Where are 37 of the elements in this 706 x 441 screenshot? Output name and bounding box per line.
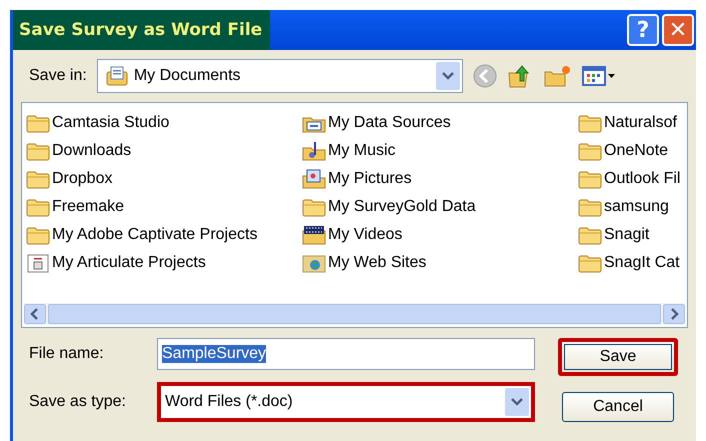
file-item[interactable]: My Data Sources (300, 109, 576, 137)
file-item[interactable]: Snagit (576, 221, 685, 249)
back-icon[interactable] (472, 64, 497, 88)
file-item[interactable]: My SurveyGold Data (300, 193, 576, 221)
file-item[interactable]: Downloads (24, 137, 300, 165)
cancel-button[interactable]: Cancel (562, 392, 674, 422)
file-item[interactable]: OneNote (576, 137, 685, 165)
views-menu-icon[interactable] (580, 64, 617, 88)
save-in-label: Save in: (29, 67, 87, 85)
file-item[interactable]: Outlook Fil (576, 165, 685, 193)
save-button[interactable]: Save (558, 338, 678, 376)
file-item[interactable]: Dropbox (24, 165, 300, 193)
file-item[interactable]: My Web Sites (300, 249, 576, 277)
file-item[interactable]: samsung (576, 193, 685, 221)
file-name-field[interactable]: SampleSurvey (157, 338, 535, 370)
file-item[interactable]: Freemake (24, 193, 300, 221)
file-item[interactable]: My Videos (300, 221, 576, 249)
scroll-left-icon[interactable] (24, 304, 46, 324)
file-item[interactable]: SnagIt Cat (576, 249, 685, 277)
file-name-label: File name: (29, 345, 105, 363)
window-title: Save Survey as Word File (13, 10, 270, 50)
new-folder-icon[interactable] (542, 64, 571, 88)
scroll-right-icon[interactable] (663, 304, 685, 324)
file-item[interactable]: Naturalsof (576, 109, 685, 137)
save-as-type-label: Save as type: (29, 393, 127, 411)
help-button[interactable]: ? (627, 14, 659, 46)
file-item[interactable]: My Articulate Projects (24, 249, 300, 277)
horizontal-scrollbar[interactable] (24, 303, 685, 325)
close-button[interactable]: ✕ (662, 14, 694, 46)
file-item[interactable]: My Music (300, 137, 576, 165)
scrollbar-thumb[interactable] (48, 304, 661, 324)
file-item[interactable]: My Pictures (300, 165, 576, 193)
file-type-dropdown[interactable]: Word Files (*.doc) (157, 382, 535, 422)
location-dropdown[interactable]: My Documents (96, 59, 463, 93)
file-item[interactable]: Camtasia Studio (24, 109, 300, 137)
documents-folder-icon (106, 66, 128, 86)
file-item[interactable]: My Adobe Captivate Projects (24, 221, 300, 249)
